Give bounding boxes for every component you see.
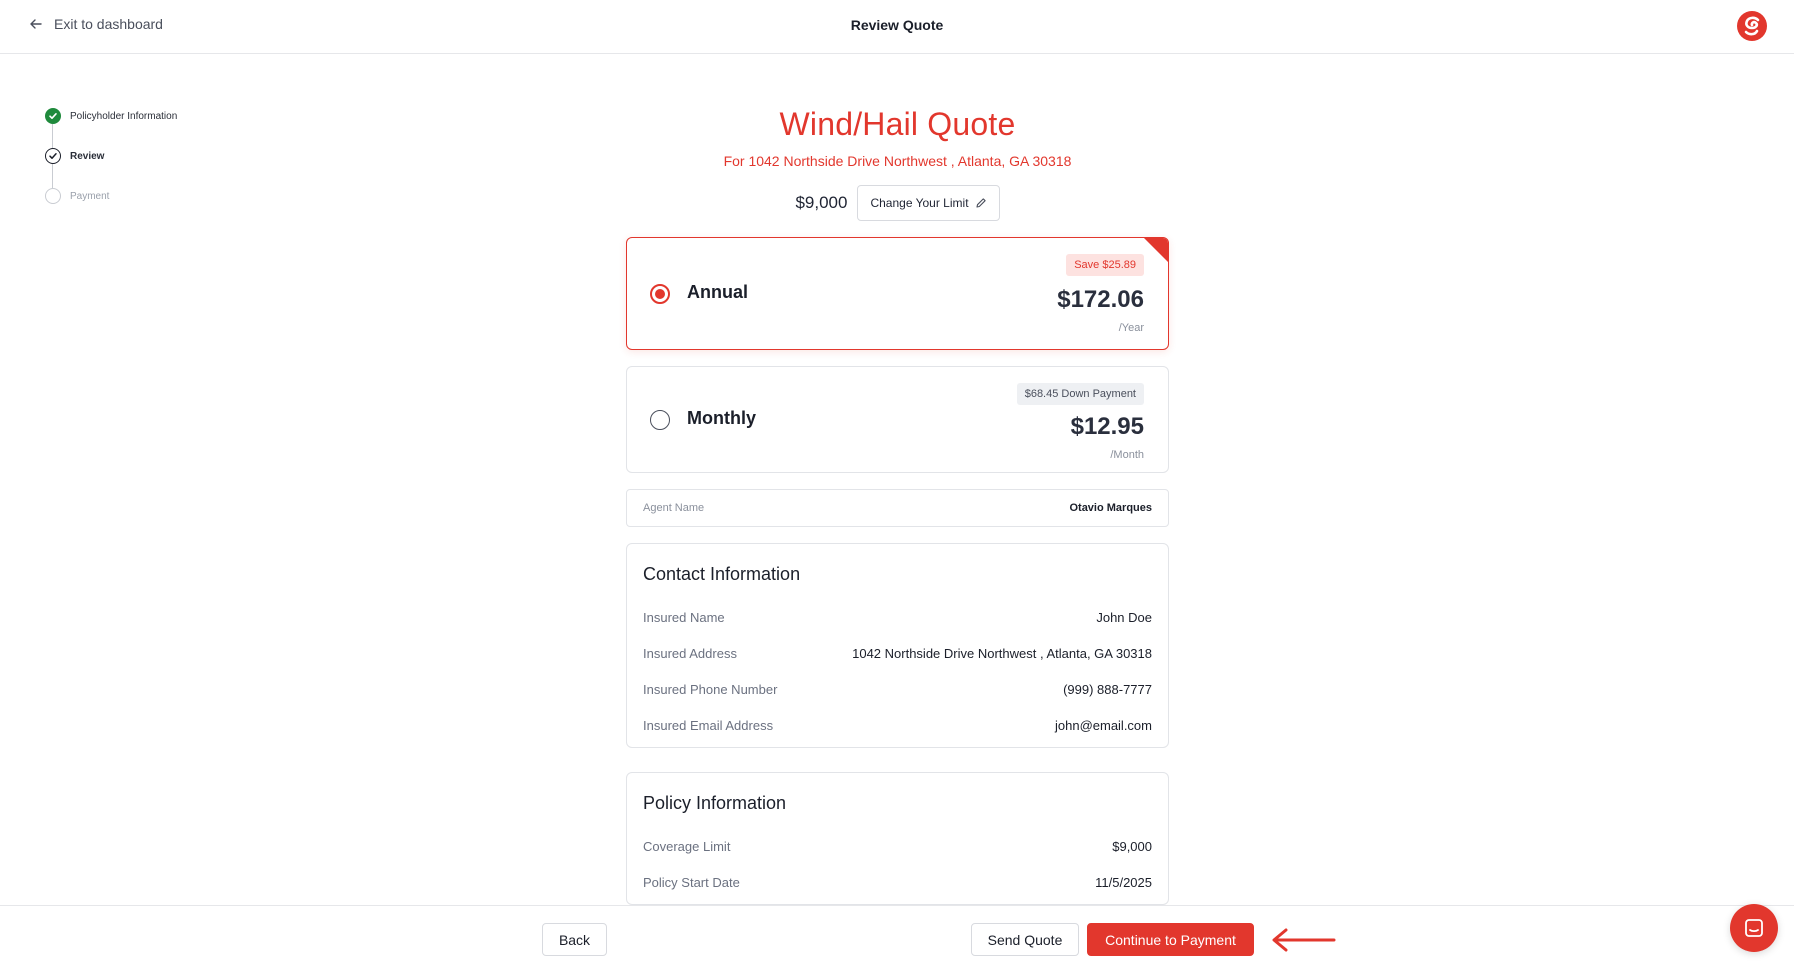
check-outline-icon — [45, 148, 61, 164]
chat-icon — [1745, 919, 1763, 937]
plan-period: /Month — [1110, 449, 1144, 461]
page-title: Review Quote — [850, 17, 944, 33]
info-label: Insured Phone Number — [643, 681, 778, 697]
agent-label: Agent Name — [643, 502, 705, 514]
info-label: Insured Address — [643, 645, 737, 661]
chat-launcher-button[interactable] — [1730, 904, 1778, 952]
plan-period: /Year — [1118, 322, 1144, 334]
info-value: John Doe — [1096, 609, 1152, 625]
down-payment-badge: $68.45 Down Payment — [1016, 383, 1144, 405]
info-row: Insured Address 1042 Northside Drive Nor… — [643, 635, 1152, 671]
policy-heading: Policy Information — [643, 793, 787, 813]
info-label: Coverage Limit — [643, 838, 731, 854]
progress-stepper: Policyholder Information Review Payment — [45, 108, 177, 228]
info-label: Insured Name — [643, 609, 725, 625]
send-quote-button[interactable]: Send Quote — [971, 923, 1079, 956]
pencil-icon — [975, 198, 986, 208]
policy-information-card: Policy Information Coverage Limit $9,000… — [626, 772, 1169, 905]
step-label: Payment — [70, 190, 110, 202]
info-row: Policy Start Date 11/5/2025 — [643, 864, 1152, 900]
info-row: Insured Email Address john@email.com — [643, 707, 1152, 743]
plan-name: Annual — [687, 282, 748, 302]
contact-heading: Contact Information — [643, 564, 801, 584]
selected-corner-marker — [1144, 238, 1168, 262]
savings-badge: Save $25.89 — [1066, 254, 1144, 276]
info-value: 1042 Northside Drive Northwest , Atlanta… — [852, 645, 1152, 661]
quote-address: For 1042 Northside Drive Northwest , Atl… — [723, 153, 1072, 169]
plan-price: $172.06 — [1057, 286, 1144, 313]
continue-to-payment-button[interactable]: Continue to Payment — [1087, 923, 1254, 956]
step-label: Policyholder Information — [70, 110, 178, 122]
plan-option-monthly[interactable]: Monthly $68.45 Down Payment $12.95 /Mont… — [626, 366, 1169, 473]
limit-row: $9,000 Change Your Limit — [626, 185, 1169, 221]
change-limit-label: Change Your Limit — [870, 196, 969, 210]
info-value: $9,000 — [1112, 838, 1152, 854]
agent-name-row: Agent Name Otavio Marques — [626, 489, 1169, 527]
info-value: (999) 888-7777 — [1063, 681, 1152, 697]
step-connector — [52, 124, 53, 148]
info-label: Insured Email Address — [643, 717, 774, 733]
agent-value: Otavio Marques — [1069, 502, 1152, 514]
plan-name: Monthly — [687, 408, 756, 428]
info-row: Insured Phone Number (999) 888-7777 — [643, 671, 1152, 707]
step-payment[interactable]: Payment — [45, 188, 177, 204]
step-review[interactable]: Review — [45, 148, 177, 188]
info-label: Policy Start Date — [643, 874, 740, 890]
annotation-arrow-icon — [1272, 928, 1336, 952]
step-label: Review — [70, 150, 105, 162]
info-row: Coverage Limit $9,000 — [643, 828, 1152, 864]
plan-option-annual[interactable]: Annual Save $25.89 $172.06 /Year — [626, 237, 1169, 350]
empty-circle-icon — [45, 188, 61, 204]
radio-monthly[interactable] — [650, 410, 670, 430]
step-policyholder-information[interactable]: Policyholder Information — [45, 108, 178, 148]
check-filled-icon — [45, 108, 61, 124]
info-value: john@email.com — [1054, 717, 1152, 733]
back-button[interactable]: Back — [542, 923, 607, 956]
brand-logo-icon[interactable] — [1736, 10, 1768, 42]
limit-value: $9,000 — [795, 193, 848, 212]
contact-information-card: Contact Information Insured Name John Do… — [626, 543, 1169, 748]
quote-title: Wind/Hail Quote — [779, 106, 1016, 142]
info-value: 11/5/2025 — [1095, 874, 1152, 890]
plan-price: $12.95 — [1070, 413, 1144, 440]
top-bar: Exit to dashboard Review Quote — [0, 0, 1794, 54]
info-row: Insured Name John Doe — [643, 599, 1152, 635]
radio-annual[interactable] — [650, 284, 670, 304]
quote-content: Wind/Hail Quote For 1042 Northside Drive… — [626, 100, 1169, 905]
action-footer: Back Send Quote Continue to Payment — [0, 905, 1794, 972]
change-limit-button[interactable]: Change Your Limit — [857, 185, 1000, 221]
step-connector — [52, 164, 53, 188]
